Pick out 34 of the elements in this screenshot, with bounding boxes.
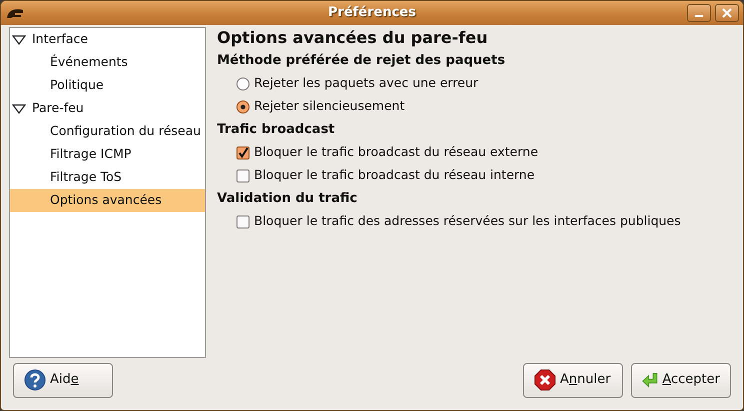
minimize-button[interactable]	[687, 4, 711, 22]
sidebar-item[interactable]: Options avancées	[10, 189, 205, 212]
sidebar-item[interactable]: Politique	[10, 74, 205, 97]
section-heading: Validation du trafic	[217, 190, 358, 208]
radio-label[interactable]: Rejeter silencieusement	[254, 97, 405, 116]
expander-down-icon	[12, 104, 26, 114]
window-title: Préférences	[328, 4, 416, 22]
sidebar-item[interactable]: Filtrage ToS	[10, 166, 205, 189]
sidebar-item[interactable]: Filtrage ICMP	[10, 143, 205, 166]
sidebar-item[interactable]: Configuration du réseau	[10, 120, 205, 143]
section-heading: Trafic broadcast	[217, 121, 336, 139]
checkbox-label[interactable]: Bloquer le trafic broadcast du réseau externe	[254, 143, 538, 162]
checkbox-label[interactable]: Bloquer le trafic des adresses réservées sur les interfaces publiques	[254, 212, 681, 231]
page-title: Options avancées du pare-feu	[217, 27, 489, 49]
sidebar-item[interactable]: Pare-feu	[10, 97, 205, 120]
close-button[interactable]	[715, 4, 739, 22]
radio-button[interactable]	[236, 76, 250, 90]
checkbox-label[interactable]: Bloquer le trafic broadcast du réseau interne	[254, 166, 535, 185]
help-button[interactable]: Aide	[13, 362, 113, 398]
checkbox[interactable]	[236, 168, 250, 182]
radio-button[interactable]	[236, 100, 250, 114]
minimize-icon	[695, 15, 703, 17]
sidebar-item[interactable]: Événements	[10, 51, 205, 74]
sidebar-item[interactable]: Interface	[10, 28, 205, 51]
accept-button[interactable]: Accepter	[631, 362, 731, 398]
close-icon	[722, 8, 732, 18]
help-icon	[24, 369, 46, 391]
stop-x-icon	[534, 369, 556, 391]
checkbox[interactable]	[236, 214, 250, 228]
expander-down-icon	[12, 34, 26, 44]
section-heading: Méthode préférée de rejet des paquets	[217, 52, 506, 70]
checkbox[interactable]	[236, 146, 250, 160]
radio-label[interactable]: Rejeter les paquets avec une erreur	[254, 74, 478, 93]
cancel-button[interactable]: Annuler	[523, 362, 623, 398]
